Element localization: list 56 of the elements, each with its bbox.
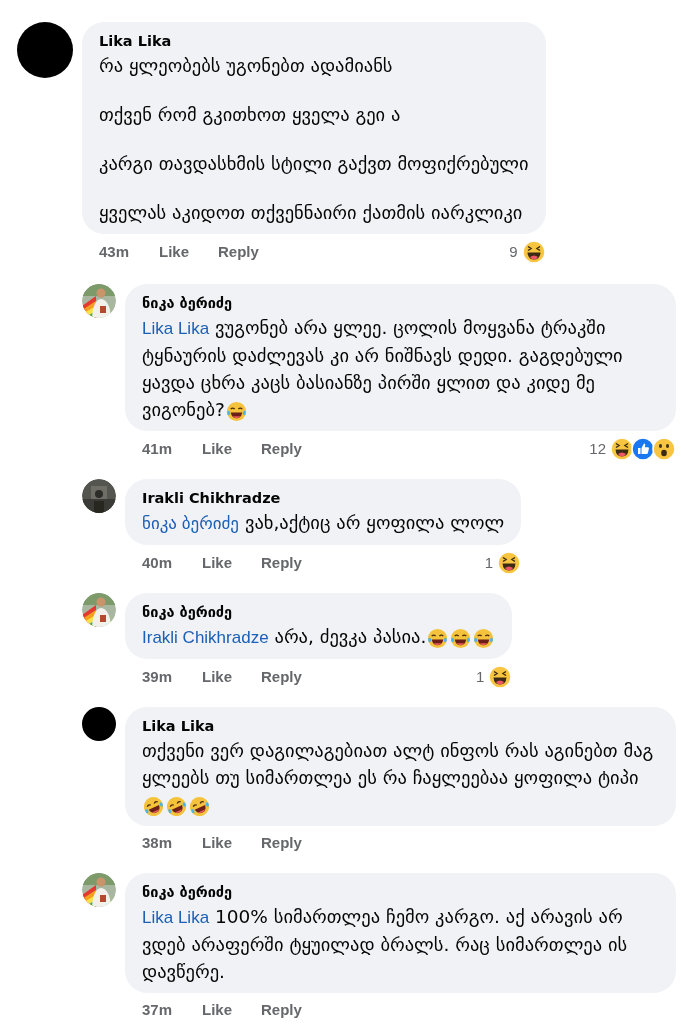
timestamp: 43m [99,241,131,262]
comment-text: ნიკა ბერიძე ვახ,აქტიც არ ყოფილა ლოლ [142,511,505,535]
reaction-count[interactable]: 1 [484,551,494,575]
rolling-laughing-icon [142,794,165,818]
author-name[interactable]: Irakli Chikhradze [142,487,505,509]
tears-of-joy-icon [472,626,496,650]
timestamp: 41m [142,438,174,459]
reply-button[interactable]: Reply [261,998,302,1021]
like-button[interactable]: Like [202,551,261,575]
author-name[interactable]: Lika Lika [142,715,659,737]
reply-button[interactable]: Reply [261,551,302,575]
comment-text: Lika Lika ვუგონებ არა ყლეე. ცოლის მოყვანა ტრაკში ტყნაურის დაძლევას კი არ ნიშნავს დედი. გაგდებული ყავდა ცხრა კაცს ბასიანზე პირში ყლით და კიდე მე ვიგონებ? [142,314,659,423]
like-button[interactable]: Like [202,437,261,461]
timestamp: 38m [142,833,174,853]
comment-text: კარგი თავდასხმის სტილი გაქვთ მოფიქრებული [99,152,529,176]
rolling-laughing-icon [188,794,211,818]
like-button[interactable]: Like [202,665,261,689]
like-button[interactable]: Like [159,240,218,264]
mention-link[interactable]: Irakli Chikhradze [142,628,269,647]
timestamp: 37m [142,999,174,1020]
laughing-face-icon [610,437,634,461]
reaction-count[interactable]: 1 [476,665,485,689]
reply-button[interactable]: Reply [218,240,259,264]
comment-text: Irakli Chikhradze არა, ძევკა პასია. [142,623,496,651]
reply-button[interactable]: Reply [261,665,302,689]
comment-text: Lika Lika 100% სიმართლეა ჩემო კარგო. აქ არავის არ ვდებ არაფერში ტყუილად ბრალს. რაც სიმართლეა ის დავწერე. [142,904,629,984]
mention-link[interactable]: ნიკა ბერიძე [142,514,239,533]
author-name[interactable]: ნიკა ბერიძე [142,292,659,314]
comment-text: ყველას აკიდოთ თქვენნაირი ქათმის იარკლიკი [99,201,524,225]
tears-of-joy-icon [426,626,450,650]
author-name[interactable]: ნიკა ბერიძე [142,601,496,623]
like-button[interactable]: Like [202,832,261,855]
reply-button[interactable]: Reply [261,832,302,855]
reaction-count[interactable]: 9 [509,240,518,264]
laughing-face-icon [497,551,522,575]
mention-link[interactable]: Lika Lika [142,319,210,338]
timestamp: 40m [142,552,174,573]
reaction-count[interactable]: 12 [589,437,606,461]
tears-of-joy-icon [449,626,473,650]
comment-text: რა ყლეობებს უგონებთ ადამიანს [99,54,394,78]
author-name[interactable]: Lika Lika [99,30,529,52]
laughing-face-icon [521,240,546,264]
like-button[interactable]: Like [202,998,261,1021]
tears-of-joy-icon [224,399,248,423]
avatar[interactable] [17,22,73,78]
comment-text: თქვენი ვერ დაგილაგებიათ ალტ ინფოს რას აგინებთ მაგ ყლეებს თუ სიმართლეა ეს რა ჩაყლეებაა ყოფილა ტიპი [142,737,659,818]
timestamp: 39m [142,666,174,687]
thumbs-up-icon [631,437,655,461]
author-name[interactable]: ნიკა ბერიძე [142,880,659,903]
rolling-laughing-icon [165,794,188,818]
avatar[interactable] [82,707,116,741]
mention-link[interactable]: Lika Lika [142,907,210,927]
comment-text: თქვენ რომ გკითხოთ ყველა გეი ა [99,103,402,127]
reply-button[interactable]: Reply [261,437,302,461]
laughing-face-icon [488,665,513,689]
surprised-face-icon [652,437,676,461]
